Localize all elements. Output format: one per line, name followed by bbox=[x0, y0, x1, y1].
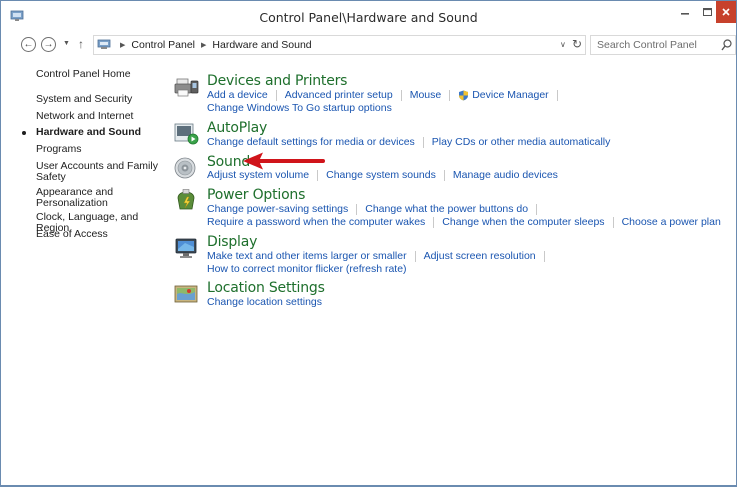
address-bar[interactable]: ▶ Control Panel ▶ Hardware and Sound ∨ ↻ bbox=[93, 35, 586, 55]
link-separator bbox=[443, 169, 445, 181]
link-choose-a-power-plan[interactable]: Choose a power plan bbox=[622, 216, 721, 228]
link-device-manager[interactable]: Device Manager bbox=[472, 89, 548, 101]
link-require-password-on-wake[interactable]: Require a password when the computer wak… bbox=[207, 216, 425, 228]
link-change-windows-to-go-startup-options[interactable]: Change Windows To Go startup options bbox=[207, 102, 392, 114]
link-manage-audio-devices[interactable]: Manage audio devices bbox=[453, 169, 558, 181]
nav-network-and-internet[interactable]: Network and Internet bbox=[36, 111, 161, 122]
back-button[interactable]: ← bbox=[21, 37, 36, 52]
link-separator bbox=[317, 169, 319, 181]
section-title-location-settings[interactable]: Location Settings bbox=[207, 280, 325, 296]
link-separator bbox=[543, 250, 545, 262]
nav-appearance-and-personalization[interactable]: Appearance and Personalization bbox=[36, 187, 161, 209]
link-advanced-printer-setup[interactable]: Advanced printer setup bbox=[285, 89, 393, 101]
search-box[interactable]: Search Control Panel bbox=[590, 35, 736, 55]
breadcrumb-separator-icon[interactable]: ▶ bbox=[201, 41, 206, 49]
section-title-display[interactable]: Display bbox=[207, 234, 257, 250]
link-mouse[interactable]: Mouse bbox=[410, 89, 442, 101]
minimize-button[interactable] bbox=[672, 1, 698, 23]
link-separator bbox=[414, 250, 416, 262]
section-title-devices-and-printers[interactable]: Devices and Printers bbox=[207, 73, 347, 89]
link-separator bbox=[449, 89, 451, 101]
title-bar[interactable]: Control Panel\Hardware and Sound bbox=[1, 1, 736, 32]
breadcrumb: ▶ Control Panel ▶ Hardware and Sound bbox=[114, 39, 312, 51]
nav-control-panel-home[interactable]: Control Panel Home bbox=[36, 69, 161, 80]
uac-shield-icon bbox=[459, 90, 469, 100]
nav-programs[interactable]: Programs bbox=[36, 144, 161, 155]
link-change-location-settings[interactable]: Change location settings bbox=[207, 296, 322, 308]
section-title-power-options[interactable]: Power Options bbox=[207, 187, 305, 203]
minimize-icon bbox=[681, 13, 689, 15]
link-correct-monitor-flicker[interactable]: How to correct monitor flicker (refresh … bbox=[207, 263, 407, 275]
link-separator bbox=[422, 136, 424, 148]
navigation-bar: ← → ▼ ↑ ▶ Control Panel ▶ Hardware and S… bbox=[1, 32, 736, 58]
section-title-autoplay[interactable]: AutoPlay bbox=[207, 120, 267, 136]
link-change-default-settings-for-media[interactable]: Change default settings for media or dev… bbox=[207, 136, 415, 148]
link-separator bbox=[612, 216, 614, 228]
link-change-power-saving-settings[interactable]: Change power-saving settings bbox=[207, 203, 348, 215]
power-icon[interactable] bbox=[174, 189, 200, 213]
location-icon[interactable] bbox=[174, 282, 200, 306]
display-links-row1: Make text and other items larger or smal… bbox=[207, 250, 553, 262]
recent-locations-chevron-icon[interactable]: ▼ bbox=[63, 40, 70, 47]
forward-button[interactable]: → bbox=[41, 37, 56, 52]
search-icon[interactable] bbox=[721, 39, 732, 51]
link-separator bbox=[275, 89, 277, 101]
link-separator bbox=[400, 89, 402, 101]
link-separator bbox=[356, 203, 358, 215]
link-make-text-larger-or-smaller[interactable]: Make text and other items larger or smal… bbox=[207, 250, 407, 262]
devices-links-row1: Add a device Advanced printer setup Mous… bbox=[207, 89, 566, 101]
nav-hardware-and-sound[interactable]: Hardware and Sound bbox=[36, 127, 161, 138]
breadcrumb-hardware-and-sound[interactable]: Hardware and Sound bbox=[212, 39, 311, 51]
forward-arrow-icon: → bbox=[43, 38, 54, 50]
nav-user-accounts-and-family-safety[interactable]: User Accounts and Family Safety bbox=[36, 161, 161, 183]
breadcrumb-control-panel[interactable]: Control Panel bbox=[131, 39, 195, 51]
link-separator bbox=[433, 216, 435, 228]
nav-ease-of-access[interactable]: Ease of Access bbox=[36, 229, 161, 240]
window-bottom-border bbox=[1, 485, 736, 486]
link-change-system-sounds[interactable]: Change system sounds bbox=[326, 169, 436, 181]
power-links-row1: Change power-saving settings Change what… bbox=[207, 203, 545, 215]
up-arrow-icon[interactable]: ↑ bbox=[78, 37, 84, 51]
link-change-what-power-buttons-do[interactable]: Change what the power buttons do bbox=[365, 203, 528, 215]
link-play-cds-automatically[interactable]: Play CDs or other media automatically bbox=[432, 136, 611, 148]
speaker-icon[interactable] bbox=[174, 156, 200, 180]
control-panel-window: Control Panel\Hardware and Sound ← → ▼ ↑ bbox=[0, 0, 737, 487]
display-links-row2: How to correct monitor flicker (refresh … bbox=[207, 263, 407, 275]
maximize-button[interactable] bbox=[698, 1, 716, 23]
close-icon bbox=[722, 8, 730, 16]
control-panel-location-icon bbox=[97, 39, 111, 49]
refresh-icon[interactable]: ↻ bbox=[572, 37, 582, 51]
monitor-icon[interactable] bbox=[174, 236, 200, 260]
location-links-row1: Change location settings bbox=[207, 296, 322, 308]
autoplay-icon[interactable] bbox=[174, 122, 200, 146]
back-arrow-icon: ← bbox=[23, 38, 34, 50]
maximize-icon bbox=[702, 8, 712, 16]
autoplay-links-row1: Change default settings for media or dev… bbox=[207, 136, 610, 148]
close-button[interactable] bbox=[716, 1, 736, 23]
red-pointer-arrow-icon bbox=[243, 152, 325, 170]
link-separator bbox=[536, 203, 538, 215]
current-category-bullet bbox=[22, 131, 26, 135]
search-input[interactable]: Search Control Panel bbox=[597, 39, 697, 51]
link-change-when-computer-sleeps[interactable]: Change when the computer sleeps bbox=[442, 216, 604, 228]
breadcrumb-separator-icon[interactable]: ▶ bbox=[120, 41, 125, 49]
printer-icon[interactable] bbox=[174, 75, 200, 99]
link-separator bbox=[556, 89, 558, 101]
link-add-a-device[interactable]: Add a device bbox=[207, 89, 268, 101]
link-adjust-screen-resolution[interactable]: Adjust screen resolution bbox=[424, 250, 536, 262]
nav-system-and-security[interactable]: System and Security bbox=[36, 94, 161, 105]
window-title: Control Panel\Hardware and Sound bbox=[259, 10, 478, 25]
devices-links-row2: Change Windows To Go startup options bbox=[207, 102, 392, 114]
power-links-row2: Require a password when the computer wak… bbox=[207, 216, 721, 228]
address-dropdown-icon[interactable]: ∨ bbox=[560, 40, 566, 49]
